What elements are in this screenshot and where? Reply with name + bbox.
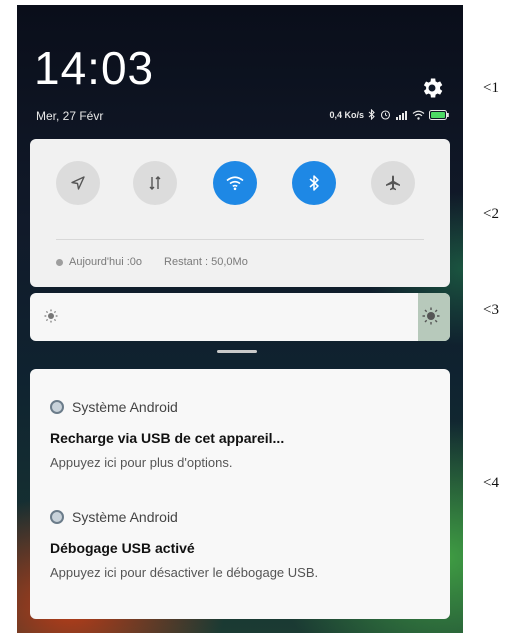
bluetooth-status-icon — [368, 109, 375, 120]
wifi-toggle[interactable] — [213, 161, 257, 205]
signal-icon — [396, 110, 407, 120]
android-system-icon — [50, 510, 64, 524]
wifi-status-icon — [412, 110, 425, 120]
shade-drag-handle[interactable] — [217, 350, 257, 353]
notification-list: Système Android Recharge via USB de cet … — [30, 369, 450, 619]
battery-icon — [429, 109, 449, 120]
annotation-label-3: <3 — [483, 302, 499, 318]
brightness-high-icon — [422, 307, 440, 325]
notification-header: Système Android — [50, 399, 284, 415]
settings-gear-icon[interactable] — [419, 75, 445, 101]
airplane-mode-icon — [386, 175, 400, 191]
notification-app-name: Système Android — [72, 399, 178, 415]
quick-settings-panel: Aujourd'hui :0o Restant : 50,0Mo — [30, 139, 450, 287]
bluetooth-toggle[interactable] — [292, 161, 336, 205]
data-usage-icon — [56, 258, 63, 266]
data-usage-today: Aujourd'hui :0o — [69, 256, 143, 268]
notification-title: Recharge via USB de cet appareil... — [50, 430, 285, 446]
notification-header: Système Android — [50, 509, 318, 525]
annotation-label-2: <2 — [483, 206, 499, 222]
wifi-icon — [226, 176, 244, 191]
brightness-slider[interactable] — [30, 293, 450, 341]
status-icons: 0,4 Ko/s — [329, 109, 449, 120]
notification-item[interactable]: Système Android Débogage USB activé Appu… — [50, 509, 318, 580]
network-speed: 0,4 Ko/s — [329, 109, 364, 120]
notification-text: Appuyez ici pour désactiver le débogage … — [50, 565, 319, 580]
annotation-label-4: <4 — [483, 475, 499, 491]
notification-text: Appuyez ici pour plus d'options. — [50, 455, 233, 470]
annotation-label-1: <1 — [483, 80, 499, 96]
brightness-low-icon — [44, 309, 58, 323]
location-toggle[interactable] — [56, 161, 100, 205]
mobile-data-icon — [149, 176, 161, 190]
airplane-mode-toggle[interactable] — [371, 161, 415, 205]
notification-item[interactable]: Système Android Recharge via USB de cet … — [50, 399, 284, 470]
data-usage-row[interactable]: Aujourd'hui :0o Restant : 50,0Mo — [56, 256, 248, 268]
mobile-data-toggle[interactable] — [133, 161, 177, 205]
clock-time: 14:03 — [34, 42, 155, 94]
notification-app-name: Système Android — [72, 509, 178, 525]
location-icon — [71, 176, 85, 190]
notification-title: Débogage USB activé — [50, 540, 195, 556]
bluetooth-icon — [309, 175, 319, 191]
alarm-icon — [380, 110, 391, 120]
divider — [56, 239, 424, 240]
android-system-icon — [50, 400, 64, 414]
data-usage-remaining: Restant : 50,0Mo — [164, 256, 248, 268]
notification-shade: 14:03 Mer, 27 Févr 0,4 Ko/s Aujourd'hui … — [17, 5, 463, 633]
date-label[interactable]: Mer, 27 Févr — [36, 109, 103, 123]
